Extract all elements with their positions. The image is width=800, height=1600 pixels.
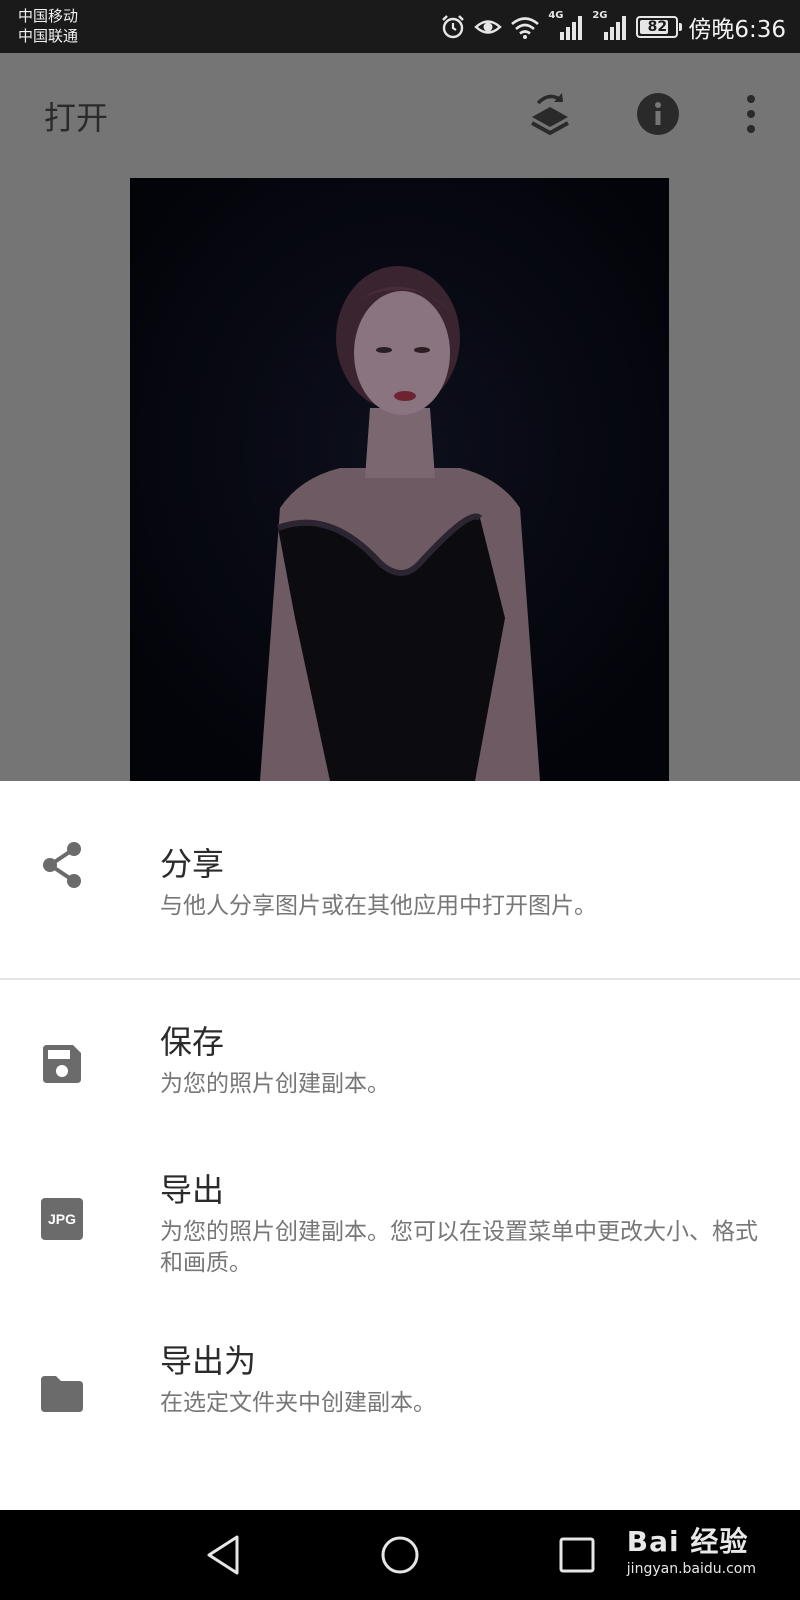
signal-2: 2G: [592, 10, 628, 42]
signal-1: 4G: [548, 10, 584, 42]
wifi-icon: [511, 17, 540, 39]
carrier-info: 中国移动 中国联通: [18, 6, 78, 46]
app-area: 打开: [0, 53, 800, 781]
baidu-jingyan-watermark: Bai 经验 jingyan.baidu.com: [627, 1520, 756, 1577]
status-time: 傍晚6:36: [688, 17, 786, 43]
eye-icon: [474, 20, 503, 34]
watermark-url: jingyan.baidu.com: [626, 1561, 756, 1577]
share-description: 与他人分享图片或在其他应用中打开图片。: [160, 893, 597, 919]
watermark-brand: Bai 经验: [626, 1525, 749, 1558]
save-description: 为您的照片创建副本。: [160, 1071, 390, 1097]
battery-percent: 82: [647, 19, 668, 35]
page-title[interactable]: 打开: [44, 93, 108, 139]
jpg-icon-label: JPG: [47, 1211, 76, 1227]
carrier-1: 中国移动: [18, 7, 79, 25]
battery-icon: 82: [636, 16, 683, 38]
screen: 中国移动 中国联通 4G 2G 82 傍晚6:36 打开 分享 与他人分享图片或…: [0, 0, 800, 1600]
status-bar: 中国移动 中国联通 4G 2G 82 傍晚6:36: [0, 0, 800, 53]
signal-icon: [560, 16, 583, 40]
save-icon: [36, 1038, 88, 1090]
alarm-icon: [442, 15, 465, 39]
save-title: 保存: [160, 1023, 225, 1061]
export-as-title: 导出为: [160, 1342, 257, 1380]
share-icon: [36, 839, 88, 891]
export-option[interactable]: JPG 导出 为您的照片创建副本。您可以在设置菜单中更改大小、格式和画质。: [0, 1130, 800, 1305]
action-sheet: 分享 与他人分享图片或在其他应用中打开图片。 保存 为您的照片创建副本。 JPG: [0, 781, 800, 1510]
photo-preview: [130, 178, 669, 781]
jpg-icon: JPG: [36, 1193, 88, 1245]
recents-icon[interactable]: [552, 1530, 602, 1580]
layers-switch-icon[interactable]: [525, 89, 575, 139]
more-vert-icon[interactable]: [726, 89, 776, 139]
export-description: 为您的照片创建副本。您可以在设置菜单中更改大小、格式和画质。: [160, 1219, 758, 1276]
carrier-2: 中国联通: [18, 27, 79, 45]
navigation-bar: Bai 经验 jingyan.baidu.com: [0, 1510, 800, 1600]
save-option[interactable]: 保存 为您的照片创建副本。: [0, 980, 800, 1130]
status-icons: 4G 2G 82 傍晚6:36: [440, 8, 786, 46]
export-as-option[interactable]: 导出为 在选定文件夹中创建副本。: [0, 1305, 800, 1480]
export-as-description: 在选定文件夹中创建副本。: [160, 1390, 436, 1416]
portrait-photo: [130, 178, 669, 781]
share-title: 分享: [160, 845, 225, 883]
export-title: 导出: [160, 1171, 225, 1209]
signal-icon: [604, 16, 627, 40]
home-icon[interactable]: [375, 1530, 425, 1580]
back-icon[interactable]: [198, 1530, 248, 1580]
folder-icon: [36, 1368, 88, 1420]
info-icon[interactable]: [633, 89, 683, 139]
share-option[interactable]: 分享 与他人分享图片或在其他应用中打开图片。: [0, 781, 800, 978]
